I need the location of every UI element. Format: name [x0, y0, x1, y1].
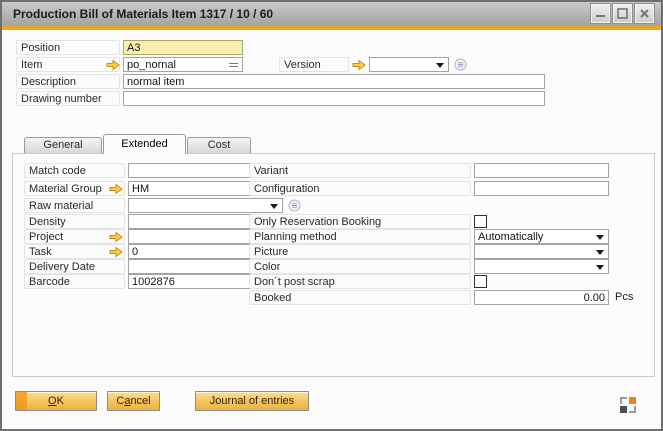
variant-field[interactable]: [474, 163, 609, 178]
window-controls: [591, 4, 654, 23]
only-reservation-booking-label: Only Reservation Booking: [249, 214, 471, 229]
tab-extended[interactable]: Extended: [103, 134, 186, 154]
title-bar: Production Bill of Materials Item 1317 /…: [2, 2, 661, 26]
drawing-number-field[interactable]: [123, 91, 545, 106]
chevron-down-icon: [596, 235, 604, 240]
accent-bar: [2, 26, 661, 30]
picture-label: Picture: [249, 244, 471, 259]
planning-method-label: Planning method: [249, 229, 471, 244]
dont-post-scrap-label: Don´t post scrap: [249, 274, 471, 289]
maximize-icon: [617, 8, 628, 19]
close-icon: [639, 8, 650, 19]
item-context-icon: [229, 63, 238, 67]
booked-label: Booked: [249, 290, 471, 305]
color-dropdown[interactable]: [474, 259, 609, 274]
raw-material-dropdown[interactable]: [128, 198, 283, 213]
version-link-arrow-icon[interactable]: [352, 58, 366, 70]
position-field[interactable]: A3: [123, 40, 243, 55]
journal-of-entries-button[interactable]: Journal of entries: [195, 391, 309, 411]
only-reservation-booking-checkbox[interactable]: [474, 215, 487, 228]
raw-material-choose-from-list-button[interactable]: [288, 199, 301, 212]
chevron-down-icon: [596, 250, 604, 255]
color-label: Color: [249, 259, 471, 274]
density-label: Density: [24, 214, 125, 229]
cancel-button[interactable]: Cancel: [107, 391, 160, 411]
ok-focus-stripe: [16, 392, 27, 410]
description-field[interactable]: normal item: [123, 74, 545, 89]
configuration-label: Configuration: [249, 181, 471, 196]
item-value: po_nornal: [127, 59, 176, 71]
version-label: Version: [279, 57, 349, 72]
item-label: Item: [16, 57, 120, 72]
version-choose-from-list-button[interactable]: [454, 58, 467, 71]
tab-cost[interactable]: Cost: [187, 137, 251, 153]
material-group-link-arrow-icon[interactable]: [109, 182, 123, 194]
resize-corner-bottom-right: [629, 406, 636, 413]
variant-label: Variant: [249, 163, 471, 178]
planning-method-dropdown[interactable]: Automatically: [474, 229, 609, 244]
task-value: 0: [132, 246, 138, 258]
description-label: Description: [16, 74, 120, 89]
configuration-field[interactable]: [474, 181, 609, 196]
tab-general[interactable]: General: [24, 137, 102, 153]
task-link-arrow-icon[interactable]: [109, 245, 123, 257]
minimize-button[interactable]: [591, 4, 610, 23]
maximize-button[interactable]: [613, 4, 632, 23]
window-title: Production Bill of Materials Item 1317 /…: [2, 7, 273, 21]
resize-corner-top-left: [620, 397, 627, 404]
drawing-number-label: Drawing number: [16, 91, 120, 106]
barcode-label: Barcode: [24, 274, 125, 289]
resize-square-orange: [629, 397, 636, 404]
close-button[interactable]: [635, 4, 654, 23]
production-bom-window: Production Bill of Materials Item 1317 /…: [0, 0, 663, 431]
raw-material-label: Raw material: [24, 198, 125, 213]
booked-unit-label: Pcs: [615, 290, 633, 305]
chevron-down-icon: [596, 265, 604, 270]
position-label: Position: [16, 40, 120, 55]
resize-square-dark: [620, 406, 627, 413]
project-link-arrow-icon[interactable]: [109, 230, 123, 242]
picture-dropdown[interactable]: [474, 244, 609, 259]
item-link-arrow-icon[interactable]: [106, 58, 120, 70]
delivery-date-label: Delivery Date: [24, 259, 125, 274]
chevron-down-icon: [436, 63, 444, 68]
version-dropdown[interactable]: [369, 57, 449, 72]
match-code-label: Match code: [24, 163, 125, 178]
form-resize-icon[interactable]: [620, 397, 636, 413]
item-field[interactable]: po_nornal: [123, 57, 243, 72]
minimize-icon: [595, 8, 606, 19]
ok-button[interactable]: OK: [15, 391, 97, 411]
dont-post-scrap-checkbox[interactable]: [474, 275, 487, 288]
material-group-value: HM: [132, 183, 149, 195]
booked-field[interactable]: 0.00: [474, 290, 609, 305]
chevron-down-icon: [270, 204, 278, 209]
planning-method-value: Automatically: [478, 231, 543, 243]
